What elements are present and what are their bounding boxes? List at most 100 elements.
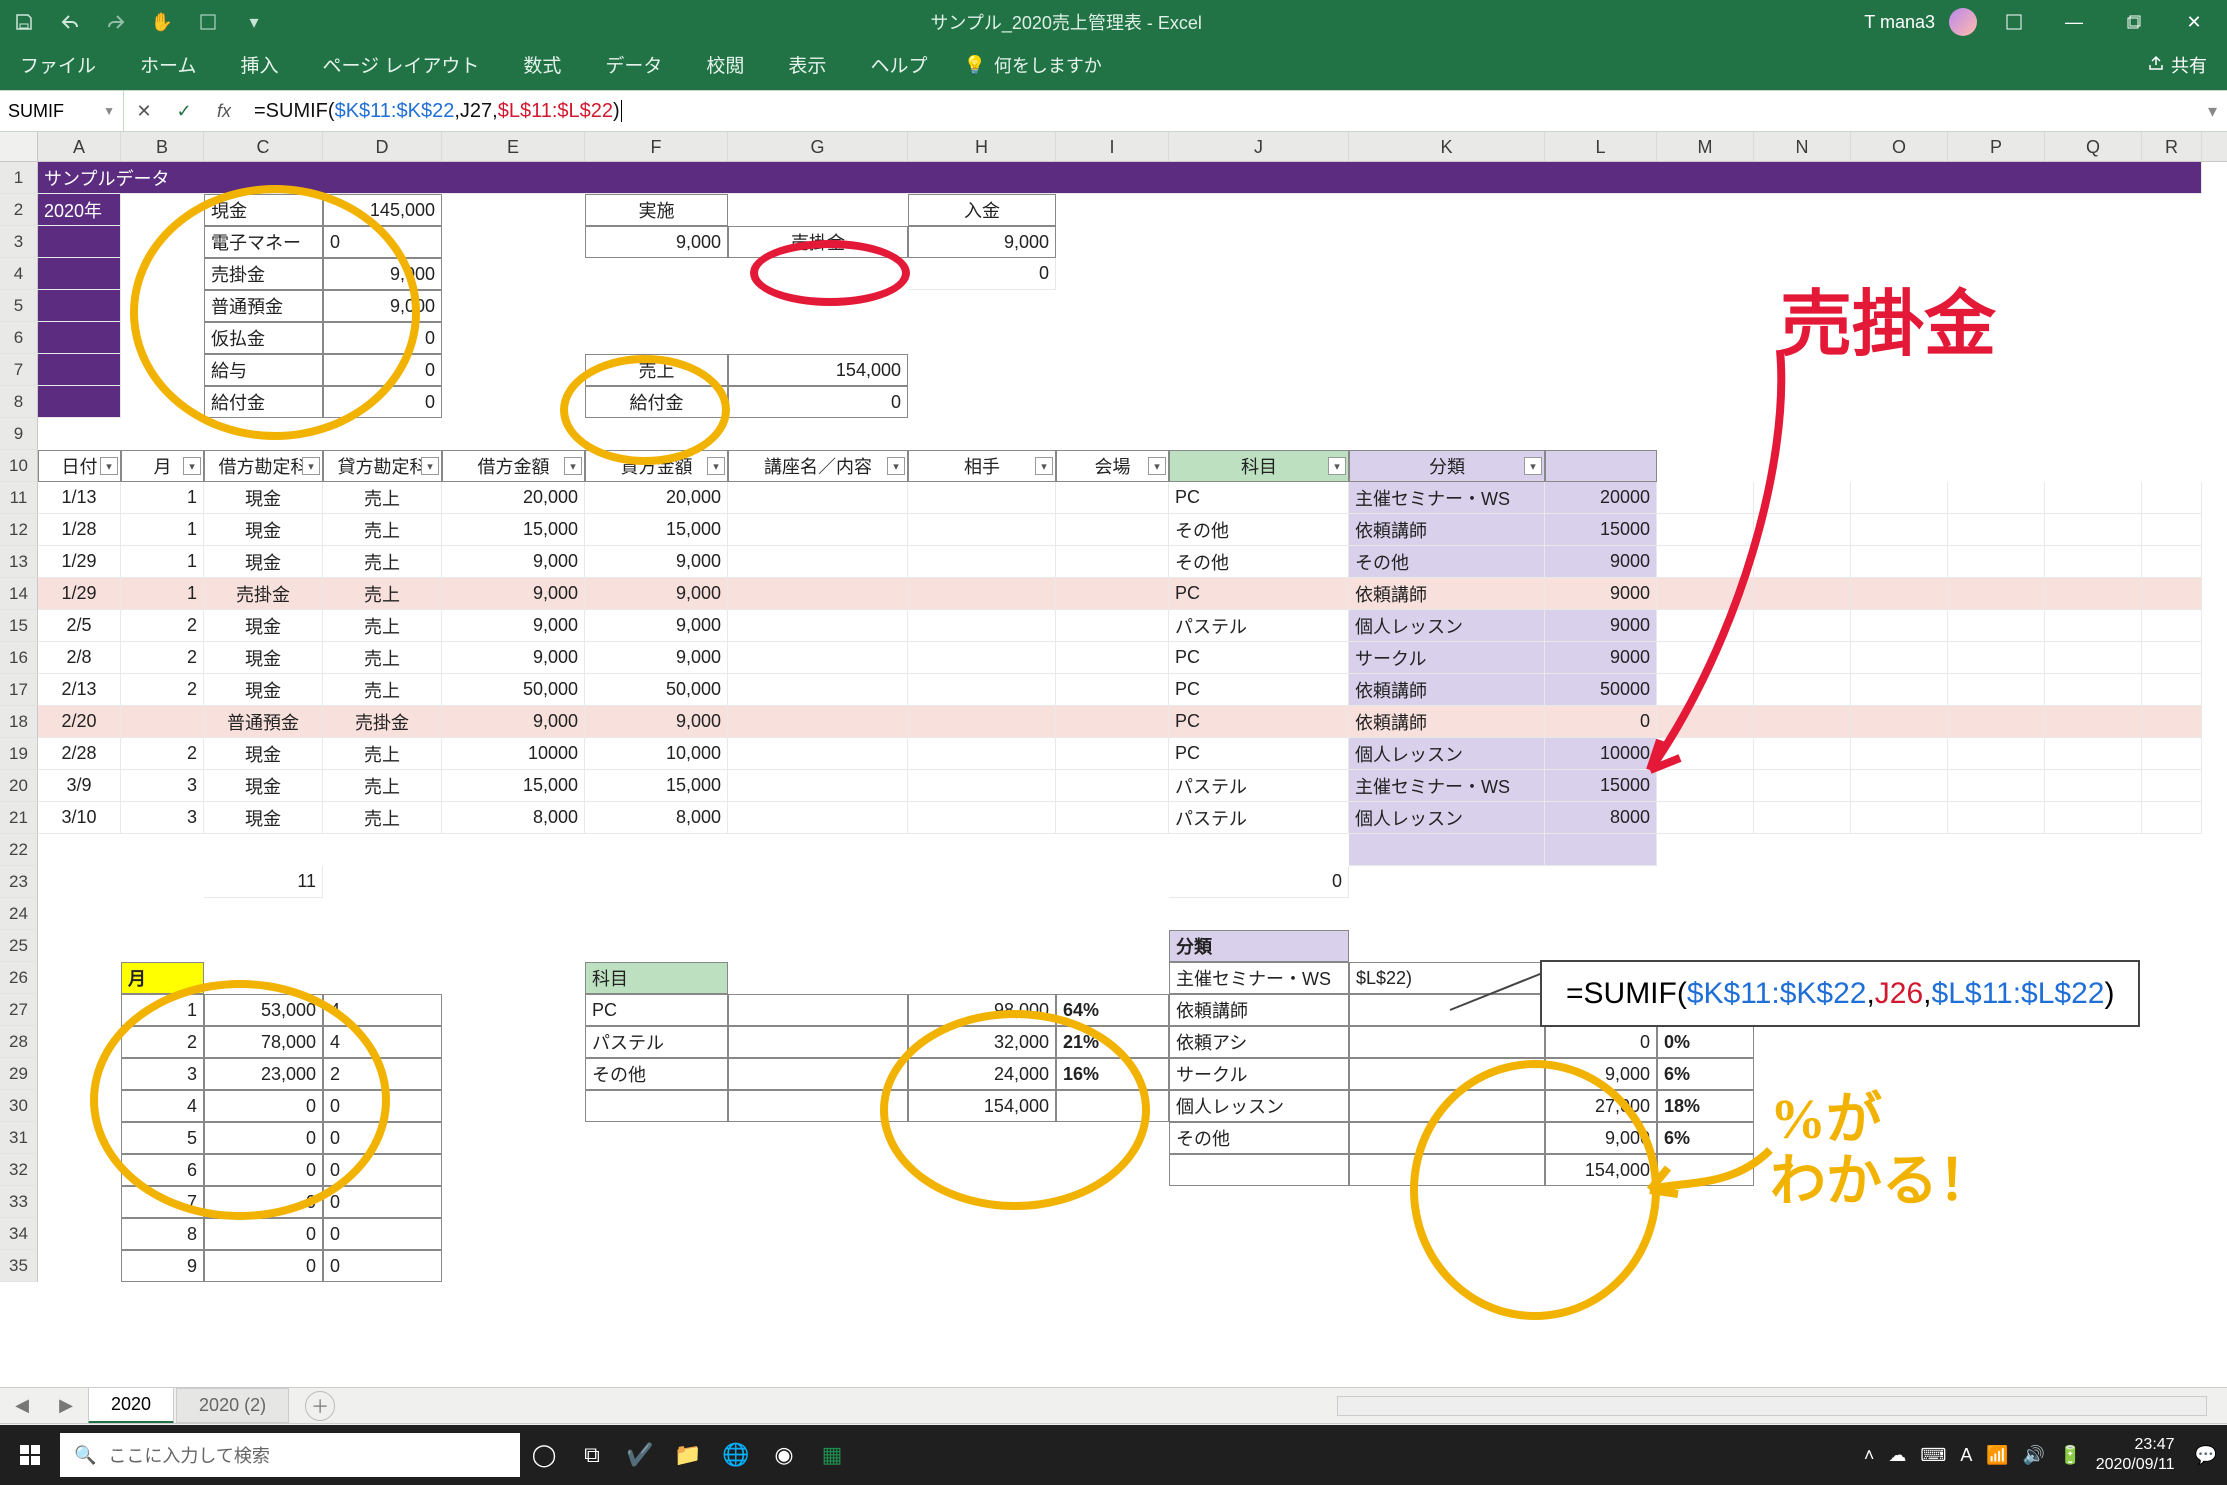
- cell[interactable]: 売上: [323, 770, 442, 802]
- start-button[interactable]: [0, 1425, 60, 1485]
- cell-title[interactable]: サンプルデータ: [38, 162, 2202, 194]
- sheet-tab-active[interactable]: 2020: [88, 1387, 174, 1424]
- cell[interactable]: [908, 514, 1056, 546]
- touch-mode-icon[interactable]: ✋: [148, 8, 176, 36]
- cell[interactable]: [728, 1058, 908, 1090]
- cell[interactable]: [1754, 578, 1851, 610]
- cell[interactable]: 売上: [323, 482, 442, 514]
- cell[interactable]: 21%: [1056, 1026, 1169, 1058]
- cell[interactable]: 0%: [1657, 1026, 1754, 1058]
- cell[interactable]: 売上: [323, 514, 442, 546]
- row-header[interactable]: 6: [0, 322, 38, 354]
- row-header[interactable]: 16: [0, 642, 38, 674]
- cell-year[interactable]: 2020年: [38, 194, 121, 226]
- cell[interactable]: 2: [323, 1058, 442, 1090]
- ribbon-display-icon[interactable]: [1991, 0, 2037, 44]
- cell-bunrui[interactable]: 個人レッスン: [1349, 738, 1545, 770]
- cell[interactable]: PC: [1169, 674, 1349, 706]
- tab-pagelayout[interactable]: ページ レイアウト: [314, 41, 487, 90]
- cell-urikakekin[interactable]: 売掛金: [728, 226, 908, 258]
- cell[interactable]: 4: [121, 1090, 204, 1122]
- cell-bunrui[interactable]: その他: [1349, 546, 1545, 578]
- cell[interactable]: [908, 642, 1056, 674]
- cell-account-value[interactable]: 145,000: [323, 194, 442, 226]
- enter-formula-icon[interactable]: ✓: [164, 101, 204, 122]
- cell[interactable]: 6: [121, 1154, 204, 1186]
- cancel-formula-icon[interactable]: ✕: [124, 101, 164, 122]
- cell[interactable]: $L$22): [1349, 962, 1545, 994]
- row-header[interactable]: 24: [0, 898, 38, 930]
- cell[interactable]: 20,000: [585, 482, 728, 514]
- filter-button[interactable]: ▾: [302, 457, 320, 475]
- cell[interactable]: [1657, 546, 1754, 578]
- undo-icon[interactable]: [56, 8, 84, 36]
- cell[interactable]: [1657, 674, 1754, 706]
- cell-bunrui[interactable]: 個人レッスン: [1349, 802, 1545, 834]
- cell[interactable]: 普通預金: [204, 706, 323, 738]
- cortana-icon[interactable]: ◯: [520, 1425, 568, 1485]
- cell[interactable]: 2: [121, 642, 204, 674]
- filter-button[interactable]: ▾: [1035, 457, 1053, 475]
- cell[interactable]: [2142, 514, 2202, 546]
- cell[interactable]: PC: [1169, 642, 1349, 674]
- row-header[interactable]: 27: [0, 994, 38, 1026]
- cell[interactable]: 主催セミナー・WS: [1169, 962, 1349, 994]
- cell[interactable]: 1: [121, 482, 204, 514]
- row-header[interactable]: 29: [0, 1058, 38, 1090]
- cell[interactable]: [1349, 994, 1545, 1026]
- column-header[interactable]: L: [1545, 132, 1657, 161]
- cell[interactable]: 現金: [204, 610, 323, 642]
- cell[interactable]: 9000: [1545, 578, 1657, 610]
- cell[interactable]: 現金: [204, 482, 323, 514]
- cell[interactable]: 4: [323, 1026, 442, 1058]
- cell[interactable]: パステル: [1169, 770, 1349, 802]
- row-header[interactable]: 30: [0, 1090, 38, 1122]
- row-header[interactable]: 1: [0, 162, 38, 194]
- app-icon[interactable]: ✔️: [616, 1425, 664, 1485]
- edge-icon[interactable]: 🌐: [712, 1425, 760, 1485]
- cell[interactable]: 売上: [323, 546, 442, 578]
- cell[interactable]: [1056, 706, 1169, 738]
- cell[interactable]: [2045, 706, 2142, 738]
- cell[interactable]: [1754, 674, 1851, 706]
- cell[interactable]: 売掛金: [204, 578, 323, 610]
- tab-data[interactable]: データ: [597, 41, 670, 90]
- table-header[interactable]: 日付▾: [38, 450, 121, 482]
- filter-button[interactable]: ▾: [707, 457, 725, 475]
- cell[interactable]: [1056, 546, 1169, 578]
- cell[interactable]: [1851, 546, 1948, 578]
- cell[interactable]: 0: [908, 258, 1056, 290]
- cell[interactable]: 9: [121, 1250, 204, 1282]
- cell[interactable]: [1657, 706, 1754, 738]
- cell[interactable]: [1754, 706, 1851, 738]
- cell[interactable]: 6%: [1657, 1122, 1754, 1154]
- sheet-nav-prev-icon[interactable]: ◀: [0, 1395, 44, 1416]
- table-header[interactable]: 相手▾: [908, 450, 1056, 482]
- user-name[interactable]: T mana3: [1864, 12, 1935, 33]
- cell[interactable]: [1657, 610, 1754, 642]
- cell[interactable]: [2045, 770, 2142, 802]
- cell[interactable]: 3: [121, 802, 204, 834]
- cell[interactable]: 0: [323, 1090, 442, 1122]
- cell[interactable]: [2142, 674, 2202, 706]
- cell[interactable]: 9,000: [585, 546, 728, 578]
- row-header[interactable]: 11: [0, 482, 38, 514]
- cell[interactable]: その他: [1169, 1122, 1349, 1154]
- filter-button[interactable]: ▾: [100, 457, 118, 475]
- notification-icon[interactable]: 💬: [2195, 1445, 2217, 1466]
- cell[interactable]: その他: [1169, 546, 1349, 578]
- cell[interactable]: 24,000: [908, 1058, 1056, 1090]
- file-explorer-icon[interactable]: 📁: [664, 1425, 712, 1485]
- cell[interactable]: 9,000: [585, 706, 728, 738]
- cell[interactable]: [2045, 738, 2142, 770]
- pivot-month-header[interactable]: 月: [121, 962, 204, 994]
- column-header[interactable]: G: [728, 132, 908, 161]
- cell[interactable]: [2045, 578, 2142, 610]
- cell[interactable]: [1657, 642, 1754, 674]
- cell[interactable]: [908, 706, 1056, 738]
- table-header[interactable]: 月▾: [121, 450, 204, 482]
- cell[interactable]: [728, 770, 908, 802]
- cell[interactable]: 15000: [1545, 770, 1657, 802]
- cell[interactable]: 9,000: [585, 226, 728, 258]
- column-header[interactable]: F: [585, 132, 728, 161]
